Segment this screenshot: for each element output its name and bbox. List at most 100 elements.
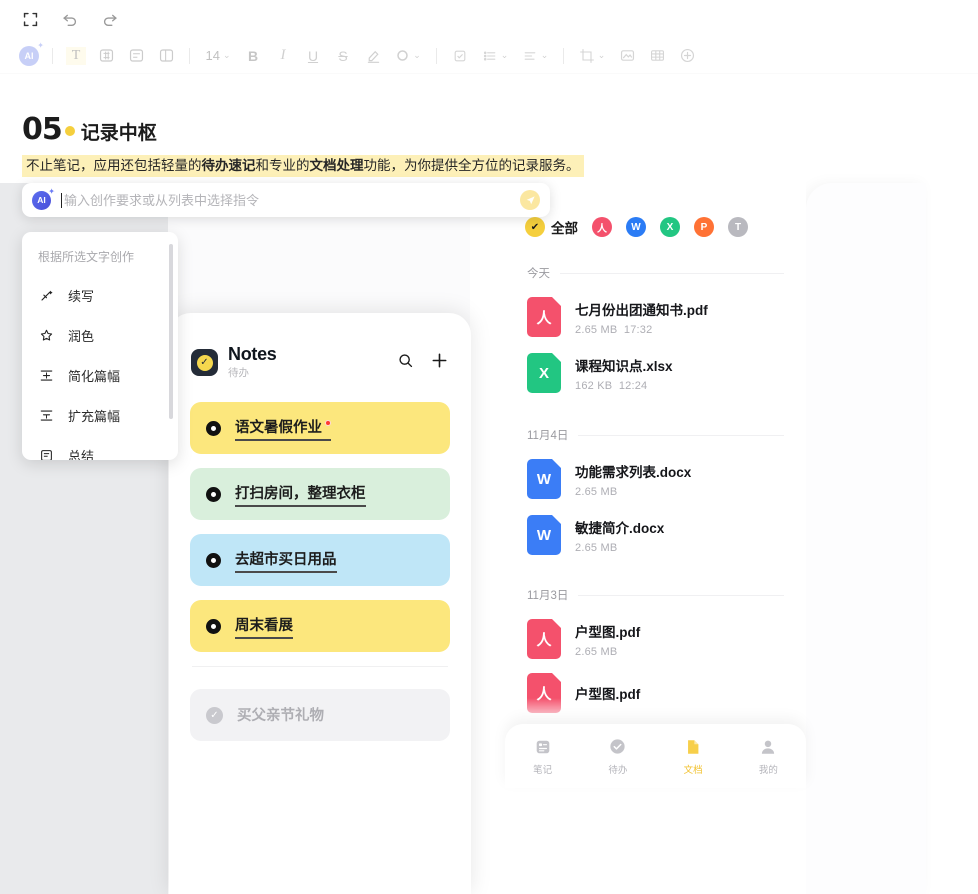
tab-notes[interactable]: 笔记 [505, 737, 580, 776]
paragraph-icon[interactable] [121, 42, 151, 70]
file-row[interactable]: 人 七月份出团通知书.pdf 2.65 MB 17:32 [505, 281, 806, 337]
ai-menu-item-shorten[interactable]: 简化篇幅 [22, 355, 178, 395]
plus-icon[interactable] [430, 351, 449, 375]
ai-menu-item-summarize[interactable]: 总结 [22, 435, 178, 460]
text-style-button[interactable]: T [61, 42, 91, 70]
table-icon[interactable] [642, 42, 672, 70]
excel-file-icon: X [527, 353, 561, 393]
ai-prompt-bar[interactable]: AI [22, 183, 550, 217]
file-name: 敏捷简介.docx [575, 517, 784, 537]
highlighter-icon[interactable] [358, 42, 388, 70]
tabbar-rounded-base [505, 786, 806, 818]
columns-icon[interactable] [151, 42, 181, 70]
todo-item[interactable]: 周末看展 [190, 600, 450, 652]
filter-ppt[interactable]: P [694, 217, 714, 237]
collapse-icon[interactable] [18, 7, 42, 31]
text-color-icon[interactable]: ⌄ [388, 42, 428, 70]
bullet-list-icon[interactable]: ⌄ [475, 42, 515, 70]
filter-word[interactable]: W [626, 217, 646, 237]
todo-radio-icon[interactable] [206, 487, 221, 502]
toolbar-divider-2 [189, 48, 190, 64]
image-icon[interactable] [612, 42, 642, 70]
todo-item[interactable]: 打扫房间，整理衣柜 [190, 468, 450, 520]
ai-menu-scrollbar[interactable] [169, 244, 173, 419]
file-meta: 2.65 MB [575, 646, 784, 658]
ai-menu-item-expand[interactable]: 扩充篇幅 [22, 395, 178, 435]
ai-menu-item-label: 续写 [68, 286, 94, 305]
section-label: 11月4日 [527, 427, 568, 443]
heading-icon[interactable] [91, 42, 121, 70]
ai-menu-item-continue[interactable]: 续写 [22, 275, 178, 315]
todo-radio-icon[interactable] [206, 619, 221, 634]
files-section-header: 今天 [505, 237, 806, 281]
bold-button[interactable]: B [238, 42, 268, 70]
file-name: 课程知识点.xlsx [575, 355, 784, 375]
chevron-down-icon-crop: ⌄ [598, 50, 606, 61]
continue-write-icon [38, 288, 54, 303]
todo-item[interactable]: 语文暑假作业 [190, 402, 450, 454]
ai-command-menu[interactable]: 根据所选文字创作 续写 润色 简化篇幅 [22, 232, 178, 460]
todo-label: 打扫房间，整理衣柜 [235, 482, 366, 507]
chevron-down-icon-color: ⌄ [413, 50, 421, 61]
strikethrough-button[interactable]: S [328, 42, 358, 70]
send-icon[interactable] [520, 190, 540, 210]
title-dot-icon [65, 126, 75, 136]
filter-all[interactable]: ✔ 全部 [525, 217, 578, 237]
toolbar-divider-3 [436, 48, 437, 64]
ai-prompt-input[interactable] [62, 193, 520, 208]
formatting-toolbar: AI T 14 ⌄ [0, 38, 978, 74]
paragraph-part-1: 不止笔记，应用还包括轻量的 [26, 158, 202, 173]
tab-documents[interactable]: 文档 [656, 737, 731, 776]
tab-label: 文档 [684, 762, 703, 776]
file-row[interactable]: X 课程知识点.xlsx 162 KB 12:24 [505, 337, 806, 393]
todo-label: 语文暑假作业 [235, 416, 331, 441]
todo-radio-icon[interactable] [206, 421, 221, 436]
file-row[interactable]: W 功能需求列表.docx 2.65 MB [505, 443, 806, 499]
font-size-select[interactable]: 14 ⌄ [198, 42, 238, 70]
section-number: 05 [22, 112, 62, 147]
notes-app-card: ✓ Notes 待办 语文暑假作业 [169, 313, 471, 894]
ai-assist-button[interactable]: AI [14, 42, 44, 70]
filter-text[interactable]: T [728, 217, 748, 237]
file-row[interactable]: 人 户型图.pdf 2.65 MB [505, 603, 806, 659]
tab-todo[interactable]: 待办 [580, 737, 655, 776]
notes-title-group: Notes 待办 [228, 345, 381, 380]
underline-button[interactable]: U [298, 42, 328, 70]
plus-circle-icon[interactable] [672, 42, 702, 70]
todo-divider [192, 666, 448, 667]
completed-todo-item[interactable]: ✓ 买父亲节礼物 [190, 689, 450, 741]
checklist-icon[interactable] [445, 42, 475, 70]
filter-excel[interactable]: X [660, 217, 680, 237]
italic-button[interactable]: I [268, 42, 298, 70]
filter-pdf[interactable]: 人 [592, 217, 612, 237]
notes-header: ✓ Notes 待办 [169, 313, 471, 380]
ai-menu-item-label: 润色 [68, 326, 94, 345]
ai-menu-item-label: 总结 [68, 446, 94, 461]
align-left-icon[interactable]: ⌄ [515, 42, 555, 70]
tab-label: 待办 [608, 762, 627, 776]
section-rule [560, 273, 784, 274]
file-name: 七月份出团通知书.pdf [575, 299, 784, 319]
search-icon[interactable] [397, 352, 414, 374]
file-row[interactable]: W 敏捷简介.docx 2.65 MB [505, 499, 806, 555]
section-label: 11月3日 [527, 587, 568, 603]
todo-label: 去超市买日用品 [235, 548, 337, 573]
word-file-icon: W [527, 459, 561, 499]
check-circle-icon[interactable]: ✓ [206, 707, 223, 724]
file-meta: 2.65 MB [575, 486, 784, 498]
section-rule [578, 595, 784, 596]
polish-star-icon [38, 328, 54, 343]
todo-radio-icon[interactable] [206, 553, 221, 568]
word-file-icon: W [527, 515, 561, 555]
paragraph-part-2: 和专业的 [256, 158, 310, 173]
completed-todo-label: 买父亲节礼物 [237, 704, 324, 727]
person-icon [759, 737, 777, 757]
redo-icon[interactable] [98, 7, 122, 31]
tab-profile[interactable]: 我的 [731, 737, 806, 776]
todo-item[interactable]: 去超市买日用品 [190, 534, 450, 586]
ai-menu-item-polish[interactable]: 润色 [22, 315, 178, 355]
undo-icon[interactable] [58, 7, 82, 31]
crop-icon[interactable]: ⌄ [572, 42, 612, 70]
tab-label: 笔记 [533, 762, 552, 776]
notes-logo-check-icon: ✓ [191, 349, 218, 376]
